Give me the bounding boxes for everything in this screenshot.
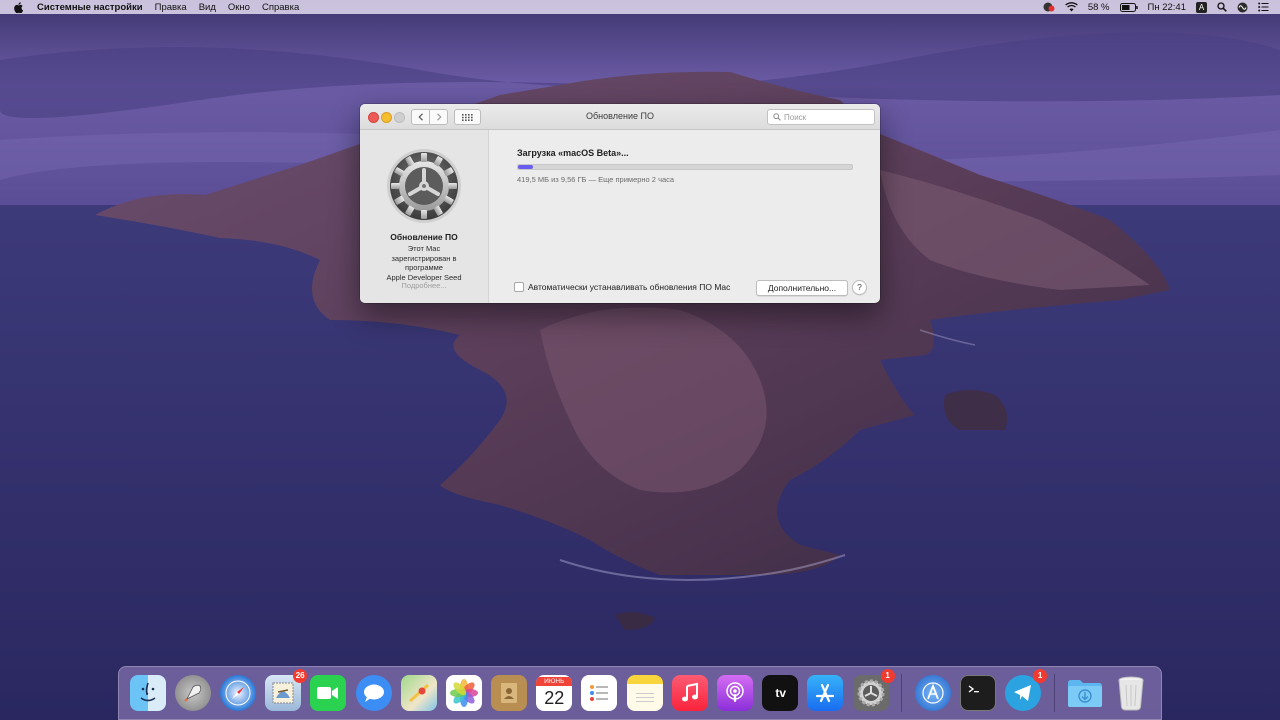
finder-icon	[129, 675, 166, 711]
search-field[interactable]: Поиск	[767, 109, 875, 125]
update-panel: Загрузка «macOS Beta»... 419,5 МБ из 9,5…	[489, 130, 880, 303]
dock-separator	[1053, 674, 1055, 712]
messages-bubble-icon	[355, 675, 392, 711]
sidebar-title: Обновление ПО	[390, 232, 458, 242]
dock-reminders[interactable]	[579, 673, 619, 713]
dock-calendar[interactable]: ИЮНЬ 22	[534, 673, 574, 713]
dock-mail[interactable]: 26	[263, 669, 308, 713]
auto-update-checkbox[interactable]	[514, 282, 524, 292]
sidebar-desc-line: зарегистрирован в	[391, 253, 457, 263]
calendar-icon: ИЮНЬ 22	[536, 675, 573, 711]
dock-contacts[interactable]	[489, 673, 529, 713]
sidebar-description: Этот Mac зарегистрирован в программе App…	[360, 244, 488, 282]
dock-messages[interactable]	[354, 673, 394, 713]
dock-trash[interactable]	[1111, 673, 1151, 713]
facetime-camera-icon	[310, 675, 347, 711]
dock-finder[interactable]	[128, 673, 168, 713]
battery-percent[interactable]: 58 %	[1088, 2, 1110, 13]
dock-podcasts[interactable]	[715, 673, 755, 713]
dock-terminal[interactable]	[958, 673, 998, 713]
dock-maps[interactable]	[399, 673, 439, 713]
safari-compass-icon	[219, 675, 256, 711]
dock-system-preferences[interactable]: 1	[851, 669, 895, 713]
calendar-day: 22	[544, 687, 565, 708]
dock-tv[interactable]: tv	[760, 673, 800, 713]
podcasts-icon	[717, 675, 754, 711]
clock[interactable]: Пн 22:41	[1148, 2, 1187, 13]
dock-separator	[901, 674, 903, 712]
siri-icon[interactable]	[1237, 2, 1248, 13]
dock-safari[interactable]	[218, 673, 258, 713]
help-button[interactable]: ?	[852, 280, 867, 295]
mail-badge: 26	[293, 669, 308, 683]
instruments-icon	[914, 675, 951, 711]
dock-telegram[interactable]: 1	[1003, 669, 1048, 713]
search-placeholder: Поиск	[784, 112, 807, 122]
window-titlebar[interactable]: Обновление ПО Поиск	[360, 104, 880, 130]
notes-pad-icon	[626, 675, 663, 711]
photos-flower-icon	[445, 675, 482, 711]
dock-photos[interactable]	[444, 673, 484, 713]
dock-downloads-folder[interactable]	[1065, 673, 1105, 713]
dock-facetime[interactable]	[308, 673, 348, 713]
maps-icon	[400, 675, 437, 711]
control-list-icon[interactable]	[1258, 2, 1269, 12]
telegram-badge: 1	[1033, 669, 1048, 683]
spotlight-icon[interactable]	[1217, 2, 1227, 12]
notification-app-icon[interactable]	[1043, 2, 1055, 12]
sidebar-desc-line: программе	[405, 263, 443, 272]
trash-icon	[1113, 675, 1149, 711]
auto-update-row: Автоматически устанавливать обновления П…	[514, 282, 730, 292]
launchpad-rocket-icon	[174, 675, 211, 711]
download-progress-bar	[517, 164, 853, 170]
contacts-book-icon	[491, 675, 528, 711]
input-source-label: A	[1196, 1, 1207, 13]
learn-more-link[interactable]: Подробнее...	[360, 281, 488, 290]
apple-tv-icon: tv	[762, 675, 799, 711]
download-status: 419,5 МБ из 9,56 ГБ — Еще примерно 2 час…	[517, 175, 675, 184]
dock-music[interactable]	[670, 673, 710, 713]
dock-app-store[interactable]	[805, 673, 845, 713]
dock-xcode-instruments[interactable]	[913, 673, 953, 713]
menu-bar: Системные настройки Правка Вид Окно Спра…	[0, 0, 1280, 14]
search-icon	[773, 113, 781, 121]
dock-launchpad[interactable]	[173, 673, 213, 713]
software-update-gear-icon	[387, 149, 461, 223]
input-source-icon[interactable]: A	[1196, 1, 1207, 13]
download-title: Загрузка «macOS Beta»...	[517, 148, 629, 158]
download-progress-fill	[518, 165, 533, 169]
menu-app-name[interactable]: Системные настройки	[31, 2, 149, 13]
dock: 26 ИЮНЬ 22 tv 1 1	[118, 666, 1162, 720]
tv-label: tv	[775, 686, 787, 700]
software-update-window: Обновление ПО Поиск Обновление ПО Этот M…	[360, 104, 880, 303]
app-store-icon	[807, 675, 844, 711]
auto-update-label[interactable]: Автоматически устанавливать обновления П…	[528, 282, 730, 292]
menu-edit[interactable]: Правка	[149, 2, 193, 13]
music-note-icon	[671, 675, 708, 711]
reminders-list-icon	[581, 675, 618, 711]
calendar-month: ИЮНЬ	[536, 676, 573, 686]
menu-view[interactable]: Вид	[193, 2, 222, 13]
dock-notes[interactable]	[625, 673, 665, 713]
menu-window[interactable]: Окно	[222, 2, 256, 13]
wifi-icon[interactable]	[1065, 2, 1078, 12]
apple-icon[interactable]	[14, 1, 23, 13]
terminal-icon	[959, 675, 996, 711]
advanced-button[interactable]: Дополнительно...	[756, 280, 848, 296]
sidebar-desc-line: Этот Mac	[407, 244, 441, 253]
sidebar: Обновление ПО Этот Mac зарегистрирован в…	[360, 130, 489, 303]
menu-help[interactable]: Справка	[256, 2, 305, 13]
battery-icon[interactable]	[1119, 2, 1138, 12]
downloads-folder-icon	[1067, 675, 1103, 711]
system-preferences-badge: 1	[880, 669, 895, 683]
